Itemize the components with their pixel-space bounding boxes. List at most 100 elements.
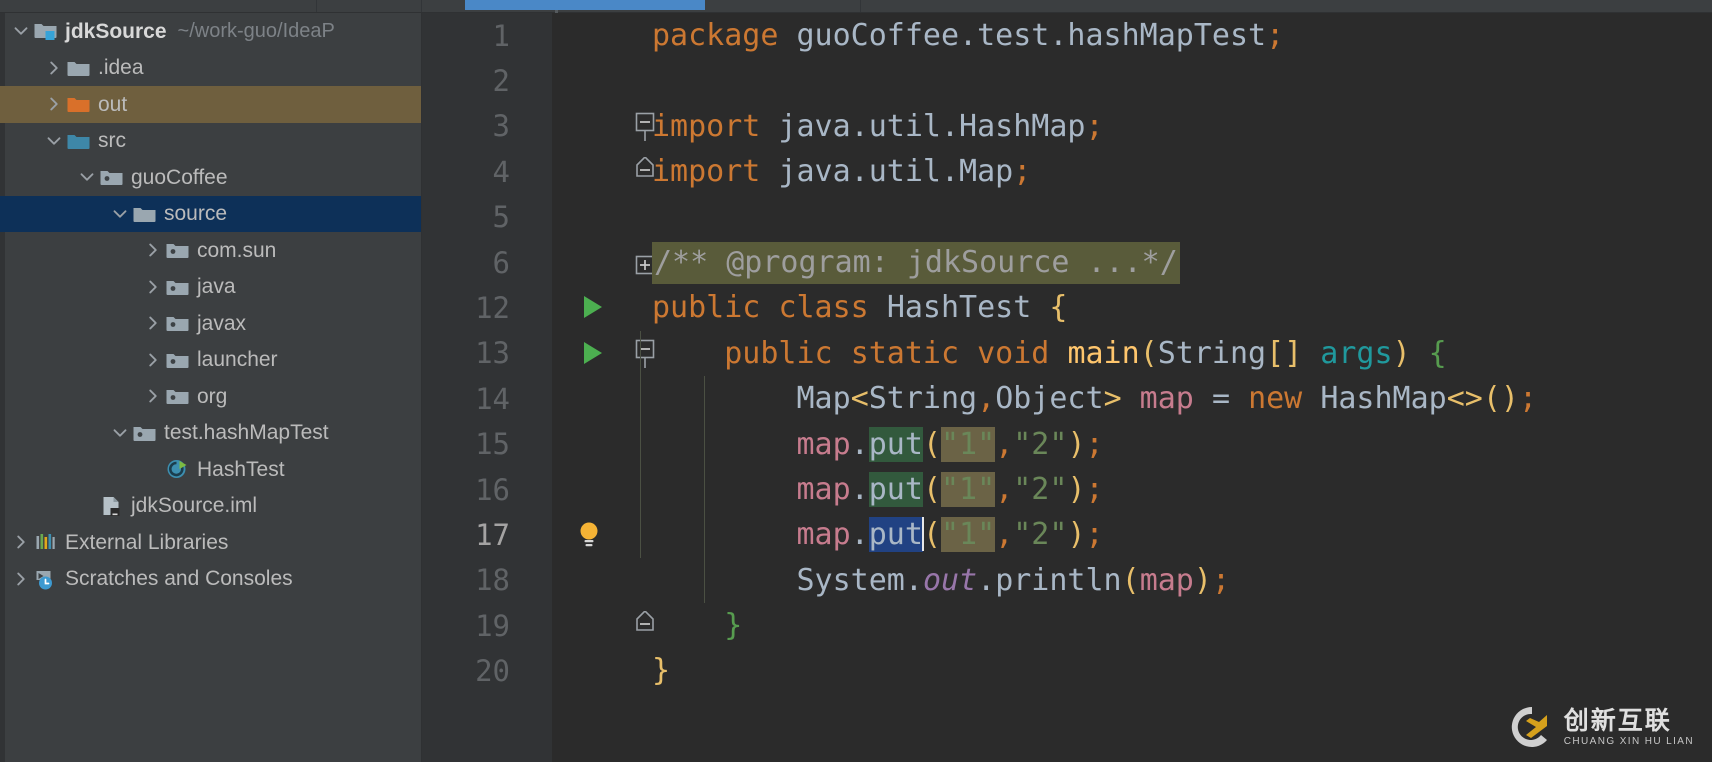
editor-tab-strip — [0, 0, 1712, 22]
tree-item-com-sun[interactable]: com.sun — [0, 232, 421, 269]
generic-open: < — [850, 381, 869, 417]
code-line[interactable]: 1 package guoCoffee.test.hashMapTest; — [422, 13, 1712, 58]
chevron-down-icon[interactable] — [43, 130, 65, 152]
chevron-right-icon[interactable] — [10, 531, 32, 553]
brace-close: } — [652, 653, 671, 689]
gutter-markers[interactable] — [522, 104, 655, 149]
code-line-text[interactable]: map.put("1","2"); — [652, 512, 1712, 557]
chevron-down-icon[interactable] — [109, 203, 131, 225]
gutter-markers[interactable] — [522, 195, 652, 240]
code-editor[interactable]: 1 package guoCoffee.test.hashMapTest; 2 3 im… — [422, 13, 1712, 762]
code-line[interactable]: 17 map.put("1","2"); — [422, 512, 1712, 557]
method-put[interactable]: put — [868, 517, 923, 553]
method-put[interactable]: put — [868, 471, 923, 507]
dot: . — [977, 562, 996, 598]
run-gutter-icon[interactable] — [584, 296, 602, 319]
gutter-markers[interactable] — [522, 376, 652, 421]
chevron-right-icon[interactable] — [142, 349, 164, 371]
chevron-right-icon[interactable] — [10, 568, 32, 590]
run-gutter-icon[interactable] — [584, 341, 602, 364]
tree-item-jdksource-iml[interactable]: jdkSource.iml — [0, 488, 421, 525]
semicolon: ; — [1085, 517, 1104, 553]
tree-item-test-hashmaptest[interactable]: test.hashMapTest — [0, 415, 421, 452]
package-icon — [164, 239, 190, 261]
gutter-markers[interactable] — [522, 285, 652, 330]
gutter-markers[interactable] — [522, 558, 652, 603]
code-line[interactable]: 3 import java.util.HashMap; — [422, 104, 1712, 149]
active-tab-indicator[interactable] — [465, 0, 705, 10]
kw-package: package — [652, 18, 779, 53]
chevron-right-icon[interactable] — [43, 93, 65, 115]
code-line[interactable]: 15 map.put("1","2"); — [422, 422, 1712, 467]
tree-item-source[interactable]: source — [0, 195, 421, 232]
gutter-markers[interactable] — [522, 13, 652, 58]
tree-item-src[interactable]: src — [0, 123, 421, 160]
kw-new: new — [1248, 381, 1321, 417]
code-line-text[interactable]: import java.util.Map; — [652, 149, 1712, 194]
gutter-markers[interactable] — [522, 422, 652, 467]
code-line-text[interactable]: map.put("1","2"); — [652, 467, 1712, 512]
code-line-text[interactable]: } — [652, 603, 1712, 648]
code-line-text[interactable]: System.out.println(map); — [652, 558, 1712, 603]
chevron-down-icon[interactable] — [76, 166, 98, 188]
code-line-text[interactable]: public static void main(String[] args) { — [652, 331, 1712, 376]
code-line[interactable]: 12 public class HashTest { — [422, 285, 1712, 330]
gutter-markers[interactable] — [522, 58, 652, 103]
code-line[interactable]: 16 map.put("1","2"); — [422, 467, 1712, 512]
tree-item-launcher[interactable]: launcher — [0, 342, 421, 379]
code-line[interactable]: 19 } — [422, 603, 1712, 648]
tree-item-label: External Libraries — [65, 530, 229, 554]
package-icon — [131, 422, 157, 444]
gutter-markers[interactable] — [522, 603, 654, 648]
chevron-down-icon[interactable] — [109, 422, 131, 444]
code-line[interactable]: 6 /** @program: jdkSource ...*/ — [422, 240, 1712, 285]
gutter-markers[interactable] — [522, 240, 655, 285]
code-line[interactable]: 14 Map<String,Object> map = new HashMap<… — [422, 376, 1712, 421]
tree-item-hashtest[interactable]: HashTest — [0, 451, 421, 488]
tree-item-scratches-and-consoles[interactable]: Scratches and Consoles — [0, 561, 421, 598]
paren-close: ) — [1193, 562, 1212, 598]
code-line[interactable]: 13 public static void main(String[] args… — [422, 331, 1712, 376]
code-line[interactable]: 2 — [422, 58, 1712, 103]
code-line-text[interactable]: /** @program: jdkSource ...*/ — [652, 240, 1712, 285]
method-println: println — [995, 562, 1122, 598]
project-tree[interactable]: jdkSource ~/work-guo/IdeaP .idea out src guoC… — [0, 13, 421, 597]
folded-javadoc-comment[interactable]: /** @program: jdkSource ...*/ — [652, 241, 1180, 284]
gutter-markers[interactable] — [522, 331, 655, 376]
chevron-right-icon[interactable] — [142, 239, 164, 261]
tree-item-external-libraries[interactable]: External Libraries — [0, 524, 421, 561]
gutter-markers[interactable] — [522, 467, 652, 512]
gutter-markers[interactable] — [522, 512, 652, 557]
libraries-icon — [32, 531, 58, 553]
tree-item--idea[interactable]: .idea — [0, 50, 421, 87]
tree-item-org[interactable]: org — [0, 378, 421, 415]
code-line-text[interactable]: Map<String,Object> map = new HashMap<>()… — [652, 376, 1712, 421]
code-line-text[interactable]: import java.util.HashMap; — [652, 104, 1712, 149]
tree-item-jdksource[interactable]: jdkSource ~/work-guo/IdeaP — [0, 13, 421, 50]
gutter-markers[interactable] — [522, 149, 654, 194]
chevron-right-icon[interactable] — [142, 276, 164, 298]
project-tool-window[interactable]: jdkSource ~/work-guo/IdeaP .idea out src guoC… — [0, 13, 422, 762]
tree-item-javax[interactable]: javax — [0, 305, 421, 342]
chevron-right-icon[interactable] — [142, 385, 164, 407]
chevron-down-icon[interactable] — [10, 20, 32, 42]
tree-item-guocoffee[interactable]: guoCoffee — [0, 159, 421, 196]
code-line[interactable]: 4 import java.util.Map; — [422, 149, 1712, 194]
tree-item-out[interactable]: out — [0, 86, 421, 123]
code-line-text[interactable]: public class HashTest { — [652, 285, 1712, 330]
chevron-right-icon[interactable] — [142, 312, 164, 334]
chevron-right-icon[interactable] — [43, 57, 65, 79]
intention-bulb-icon[interactable] — [576, 520, 602, 558]
method-put[interactable]: put — [868, 426, 923, 462]
code-line-text[interactable]: } — [652, 648, 1712, 693]
tree-item-label: guoCoffee — [131, 165, 228, 189]
code-line[interactable]: 18 System.out.println(map); — [422, 558, 1712, 603]
code-line-text[interactable]: package guoCoffee.test.hashMapTest; — [652, 13, 1712, 58]
code-line[interactable]: 5 — [422, 195, 1712, 240]
code-line-text[interactable]: map.put("1","2"); — [652, 422, 1712, 467]
tree-item-java[interactable]: java — [0, 269, 421, 306]
code-line[interactable]: 20} — [422, 648, 1712, 693]
code-content[interactable]: 1 package guoCoffee.test.hashMapTest; 2 3 im… — [422, 13, 1712, 762]
gutter-markers[interactable] — [522, 648, 652, 693]
